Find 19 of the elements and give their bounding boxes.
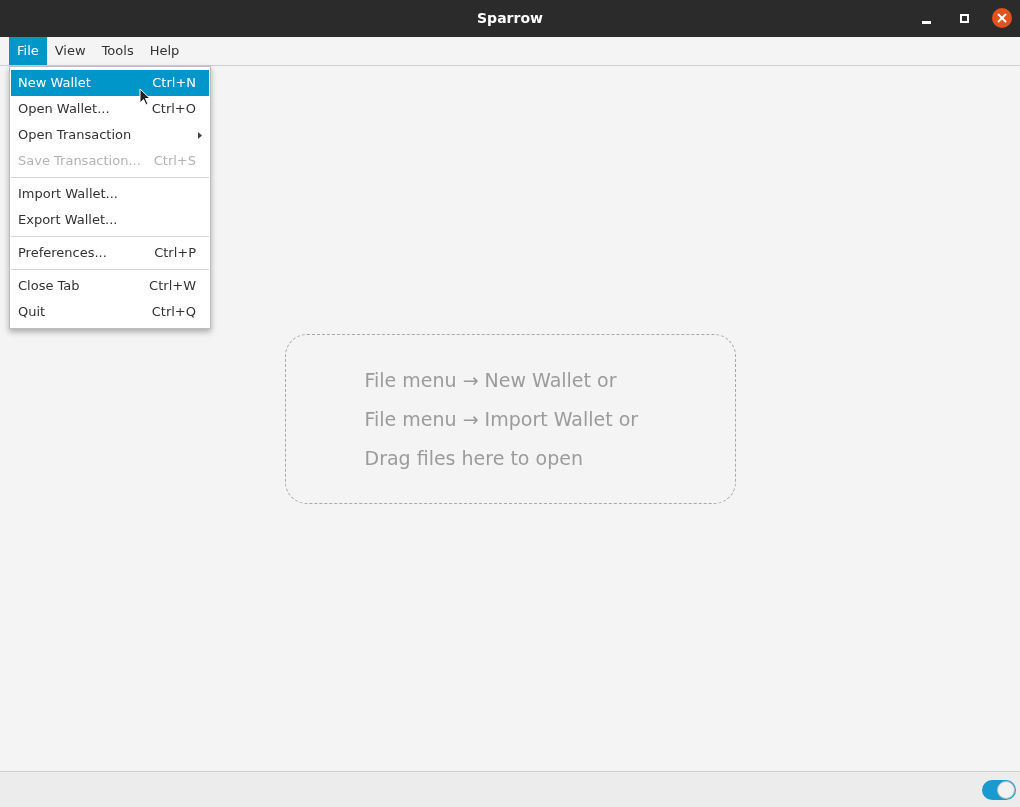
mouse-cursor-icon (139, 88, 151, 106)
menu-item[interactable]: Import Wallet... (11, 181, 209, 207)
menu-bar-item[interactable]: View (46, 37, 94, 65)
window-title: Sparrow (477, 9, 543, 28)
menu-bar-item[interactable]: Tools (93, 37, 142, 65)
hint-text: File menu → Import Wallet or (364, 406, 640, 432)
menu-item[interactable]: Open Wallet... Ctrl+O (11, 96, 209, 122)
menu-item[interactable]: Open Transaction (11, 122, 209, 148)
menu-bar-item[interactable]: Help (141, 37, 188, 65)
menu-item[interactable]: Quit Ctrl+Q (11, 299, 209, 325)
hint-text: File menu → New Wallet or (364, 367, 618, 393)
menu-item[interactable]: Preferences... Ctrl+P (11, 240, 209, 266)
menu-item[interactable]: Export Wallet... (11, 207, 209, 233)
close-button[interactable] (992, 8, 1012, 28)
submenu-arrow-icon (198, 131, 202, 139)
hint-text: Drag files here to open (364, 445, 584, 471)
menu-item[interactable]: Close Tab Ctrl+W (11, 273, 209, 299)
toggle-switch[interactable] (982, 779, 1016, 800)
close-icon (997, 13, 1007, 23)
